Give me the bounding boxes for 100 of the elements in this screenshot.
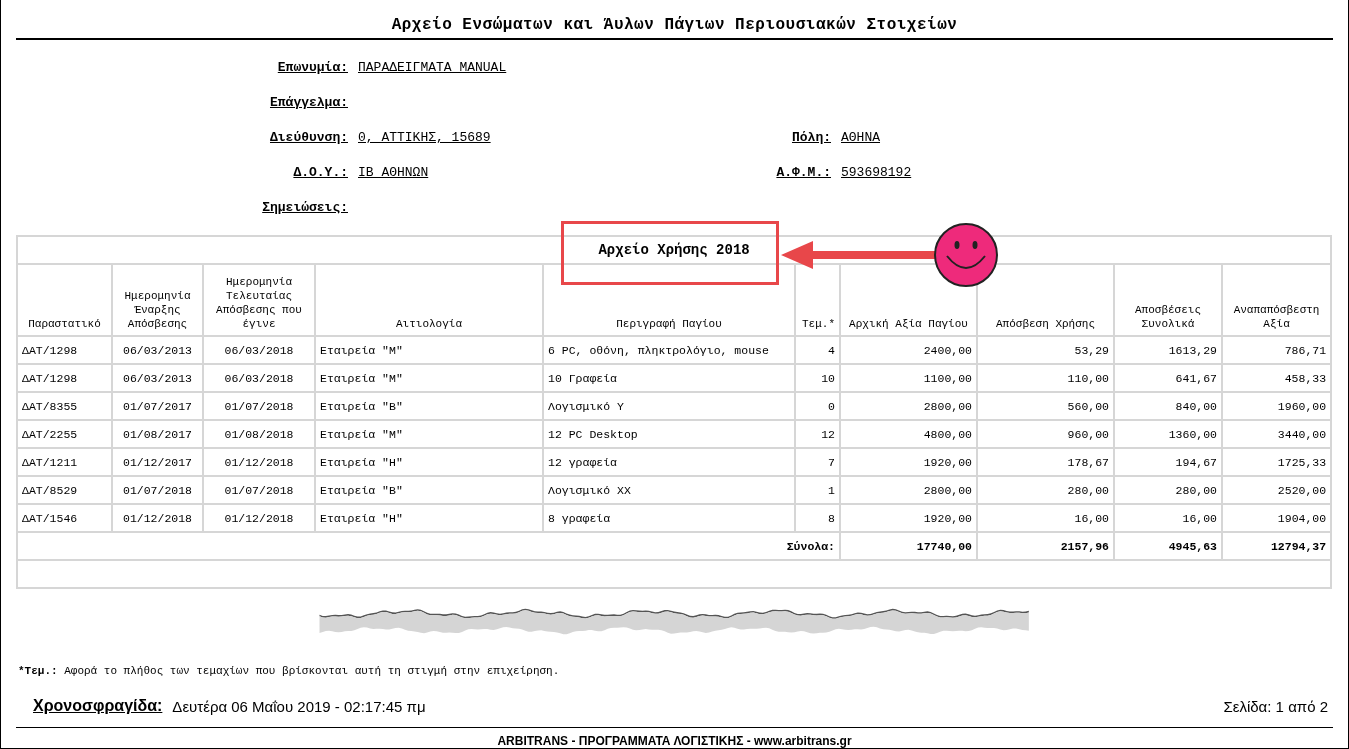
table-cell: 2800,00: [840, 392, 977, 420]
table-cell: 06/03/2013: [112, 364, 203, 392]
table-cell: 6 PC, οθόνη, πληκτρολόγιο, mouse: [543, 336, 795, 364]
field-label: Πόλη:: [791, 130, 831, 145]
table-cell: 194,67: [1114, 448, 1222, 476]
table-cell: 7: [795, 448, 840, 476]
table-cell: ΔΑΤ/8529: [17, 476, 112, 504]
table-cell: Εταιρεία "Μ": [315, 364, 543, 392]
table-cell: Λογισμικό Υ: [543, 392, 795, 420]
table-cell: ΔΑΤ/2255: [17, 420, 112, 448]
table-cell: 178,67: [977, 448, 1114, 476]
table-cell: 1904,00: [1222, 504, 1332, 532]
table-cell: 01/12/2018: [203, 448, 315, 476]
table-cell: 4800,00: [840, 420, 977, 448]
column-header: Παραστατικό: [17, 264, 112, 336]
table-cell: 1: [795, 476, 840, 504]
table-cell: 1613,29: [1114, 336, 1222, 364]
table-cell: Εταιρεία "Β": [315, 476, 543, 504]
table-cell: 16,00: [1114, 504, 1222, 532]
total-cell: 12794,37: [1222, 532, 1332, 560]
table-cell: Εταιρεία "Η": [315, 448, 543, 476]
table-cell: 2400,00: [840, 336, 977, 364]
table-cell: 10: [795, 364, 840, 392]
table-cell: 06/03/2013: [112, 336, 203, 364]
field-label: Επάγγελμα:: [269, 95, 348, 110]
field-value: 593698192: [841, 165, 912, 180]
table-cell: 53,29: [977, 336, 1114, 364]
table-cell: 1725,33: [1222, 448, 1332, 476]
page-number: Σελίδα: 1 από 2: [1223, 697, 1328, 715]
table-cell: 8: [795, 504, 840, 532]
table-cell: 12 PC Desktop: [543, 420, 795, 448]
table-cell: 1920,00: [840, 504, 977, 532]
footer-text: ARBITRANS - ΠΡΟΓΡΑΜΜΑΤΑ ΛΟΓΙΣΤΙΚΗΣ - www.arbitrans.gr: [496, 734, 853, 748]
table-cell: 786,71: [1222, 336, 1332, 364]
field-value: ΠΑΡΑΔΕΙΓΜΑΤΑ MANUAL: [358, 60, 507, 75]
section-title: Αρχείο Χρήσης 2018: [17, 236, 1332, 264]
table-cell: Εταιρεία "Η": [315, 504, 543, 532]
table-cell: 3440,00: [1222, 420, 1332, 448]
table-cell: 8 γραφεία: [543, 504, 795, 532]
total-cell: 17740,00: [840, 532, 977, 560]
column-header: Περιγραφή Παγίου: [543, 264, 795, 336]
total-cell: 4945,63: [1114, 532, 1222, 560]
table-cell: 01/12/2018: [112, 504, 203, 532]
report-title: Αρχείο Ενσώματων και Άυλων Πάγιων Περιουσιακών Στοιχείων: [16, 16, 1333, 40]
table-cell: 10 Γραφεία: [543, 364, 795, 392]
table-cell: 01/07/2018: [203, 392, 315, 420]
table-cell: 840,00: [1114, 392, 1222, 420]
field-value: ΑΘΗΝΑ: [841, 130, 880, 145]
column-header: Ημερομηνία Τελευταίας Απόσβεσης που έγινε: [203, 264, 315, 336]
table-cell: ΔΑΤ/1298: [17, 336, 112, 364]
table-cell: ΔΑΤ/1211: [17, 448, 112, 476]
table-cell: 4: [795, 336, 840, 364]
table-cell: 12 γραφεία: [543, 448, 795, 476]
table-cell: 01/08/2018: [203, 420, 315, 448]
field-label: Δ.Ο.Υ.:: [292, 165, 348, 180]
table-cell: 01/07/2018: [203, 476, 315, 504]
table-cell: 01/12/2017: [112, 448, 203, 476]
field-label: Επωνυμία:: [276, 60, 348, 75]
table-cell: 06/03/2018: [203, 364, 315, 392]
column-header: Αιτιολογία: [315, 264, 543, 336]
smiley-icon: [933, 222, 999, 288]
table-cell: 01/12/2018: [203, 504, 315, 532]
table-cell: 1960,00: [1222, 392, 1332, 420]
column-header: Ημερομηνία Έναρξης Απόσβεσης: [112, 264, 203, 336]
table-cell: 280,00: [1114, 476, 1222, 504]
table-cell: ΔΑΤ/1298: [17, 364, 112, 392]
field-label: Α.Φ.Μ.:: [775, 165, 831, 180]
table-cell: Εταιρεία "Μ": [315, 420, 543, 448]
column-header: Αποσβέσεις Συνολικά: [1114, 264, 1222, 336]
table-cell: 1920,00: [840, 448, 977, 476]
field-label: Διεύθυνση:: [269, 130, 348, 145]
timestamp-value: Δευτέρα 06 Μαΐου 2019 - 02:17:45 πμ: [172, 697, 426, 715]
table-cell: 280,00: [977, 476, 1114, 504]
table-cell: 641,67: [1114, 364, 1222, 392]
field-value: ΙΒ ΑΘΗΝΩΝ: [358, 165, 429, 180]
table-cell: 01/07/2018: [112, 476, 203, 504]
table-cell: Εταιρεία "Β": [315, 392, 543, 420]
table-cell: Λογισμικό ΧΧ: [543, 476, 795, 504]
table-cell: 1100,00: [840, 364, 977, 392]
total-cell: 2157,96: [977, 532, 1114, 560]
totals-label: Σύνολα:: [17, 532, 840, 560]
table-cell: 2520,00: [1222, 476, 1332, 504]
table-cell: 06/03/2018: [203, 336, 315, 364]
table-cell: ΔΑΤ/8355: [17, 392, 112, 420]
table-cell: 0: [795, 392, 840, 420]
table-cell: Εταιρεία "Μ": [315, 336, 543, 364]
table-cell: 16,00: [977, 504, 1114, 532]
table-cell: ΔΑΤ/1546: [17, 504, 112, 532]
column-header: Αναπαπόσβεστη Αξία: [1222, 264, 1332, 336]
table-cell: 960,00: [977, 420, 1114, 448]
table-cell: 458,33: [1222, 364, 1332, 392]
field-label: Σημειώσεις:: [261, 200, 348, 215]
table-cell: 110,00: [977, 364, 1114, 392]
table-cell: 01/07/2017: [112, 392, 203, 420]
field-value: 0, ΑΤΤΙΚΗΣ, 15689: [358, 130, 491, 145]
table-cell: 12: [795, 420, 840, 448]
table-cell: 560,00: [977, 392, 1114, 420]
table-cell: 2800,00: [840, 476, 977, 504]
table-cell: 01/08/2017: [112, 420, 203, 448]
timestamp-label: Χρονοσφραγίδα:: [33, 697, 163, 715]
